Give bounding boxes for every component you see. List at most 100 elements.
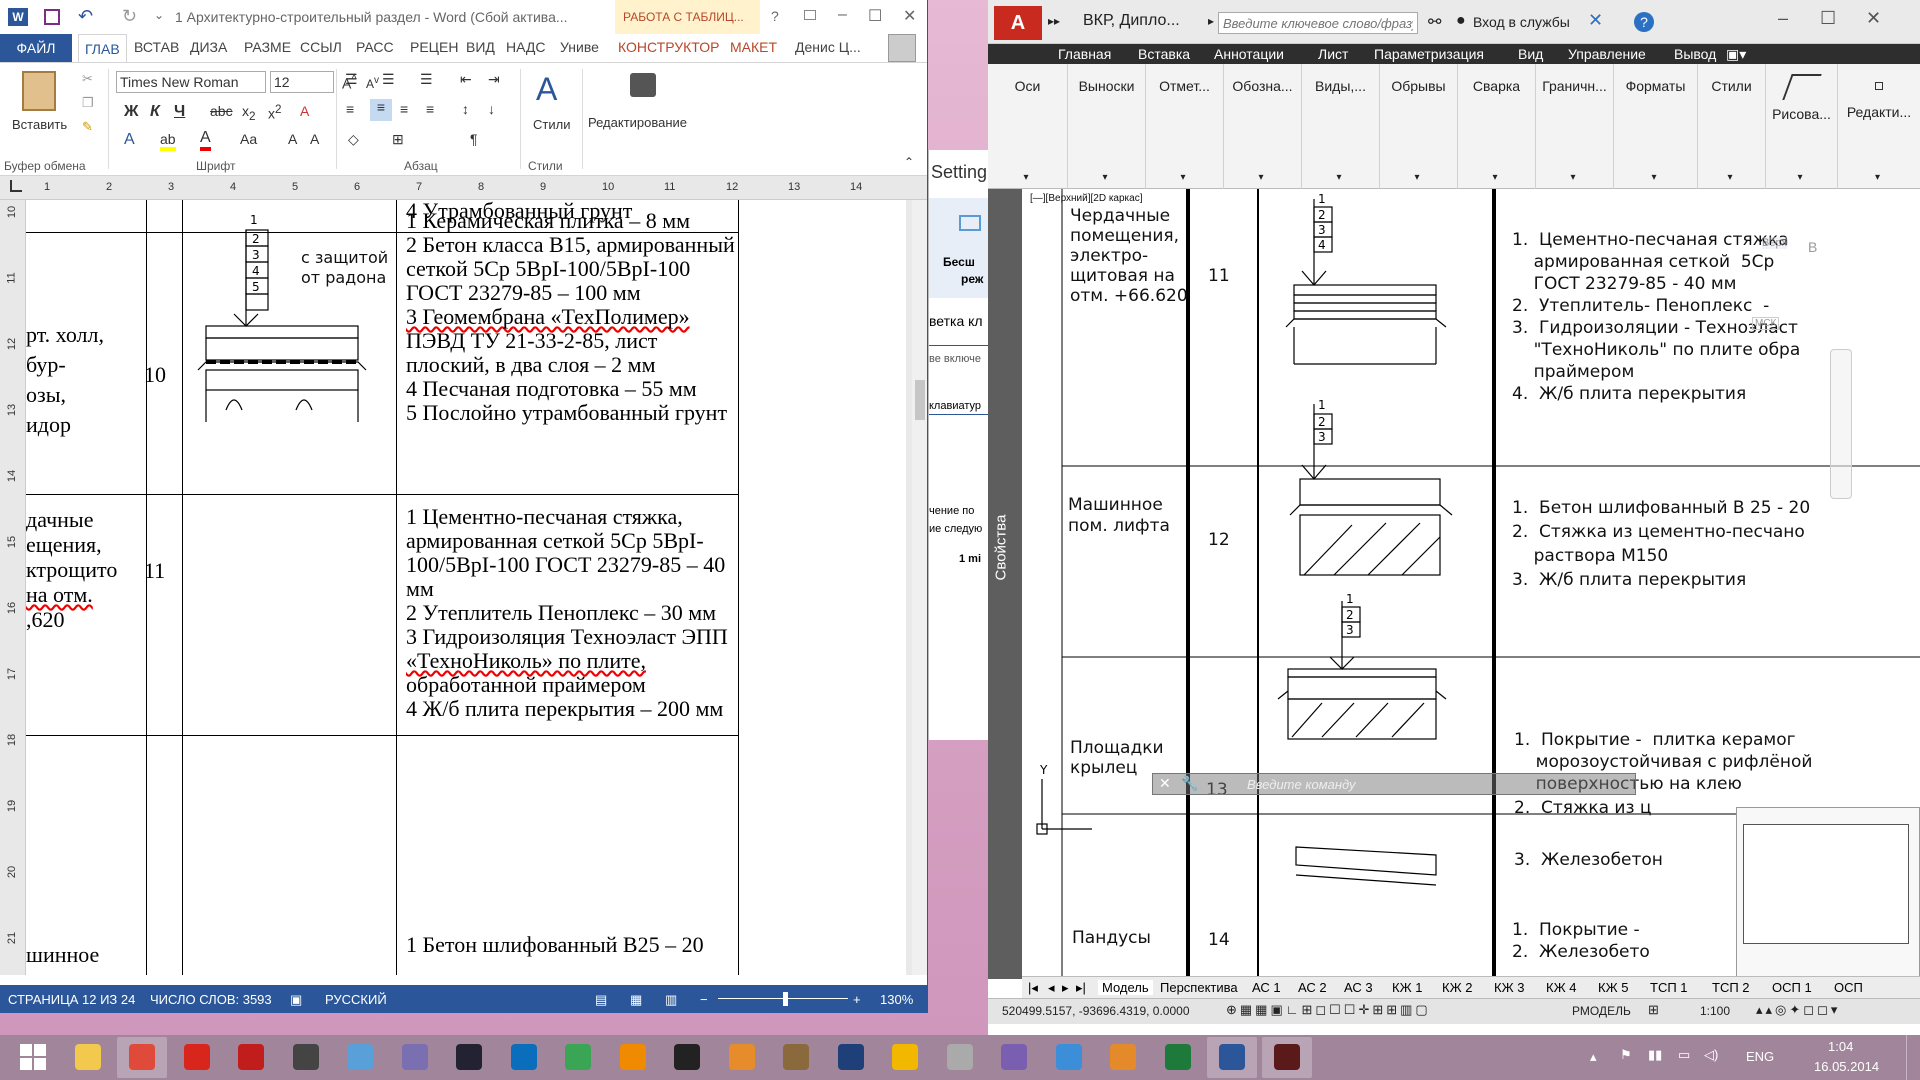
taskbar-steam[interactable] [444, 1037, 494, 1078]
save-icon[interactable] [44, 9, 60, 25]
ribbon-display-icon[interactable] [804, 10, 816, 20]
font-color-icon[interactable]: A [200, 129, 211, 151]
word-titlebar[interactable]: W ↶ ↻ ⌄ 1 Архитектурно-строительный разд… [0, 0, 927, 34]
tab-nav-prev[interactable]: ◂ [1048, 980, 1055, 996]
autocad-window[interactable]: A ▸▸ ВКР, Дипло... ▸ ⚯ ● Вход в службы ✕… [988, 0, 1920, 1035]
web-layout-icon[interactable]: ▥ [665, 992, 677, 1008]
clear-format-icon[interactable]: A [300, 103, 309, 119]
user-name[interactable]: Денис Ц... [795, 39, 861, 55]
tab-manage[interactable]: Управление [1568, 46, 1646, 62]
viewport-scale-icon[interactable]: ⊞ [1648, 1002, 1659, 1018]
font-size-select[interactable]: 12 [270, 71, 334, 93]
format-painter-icon[interactable]: ✎ [82, 119, 93, 135]
keyword-search-input[interactable] [1218, 12, 1418, 34]
line-spacing-icon[interactable]: ↕ [462, 101, 469, 117]
status-tray-icons[interactable]: ▴▴◎✦◻◻▾ [1756, 1002, 1840, 1018]
text-effects-icon[interactable]: A [124, 131, 135, 149]
bullets-icon[interactable]: ☰ [345, 71, 358, 88]
taskbar-sync[interactable] [553, 1037, 603, 1078]
panel-welding[interactable]: Сварка ▾ [1458, 64, 1536, 189]
binoculars-icon[interactable] [630, 73, 656, 97]
justify-icon[interactable]: ≡ [426, 101, 434, 117]
italic-button[interactable]: К [150, 103, 160, 121]
panel-styles[interactable]: Стили ▾ [1698, 64, 1766, 189]
ucs-label[interactable]: МСК [1752, 317, 1780, 330]
shading-icon[interactable]: ◇ [348, 131, 359, 148]
panel-marks[interactable]: Отмет... ▾ [1146, 64, 1224, 189]
tab-design[interactable]: ДИЗА [190, 39, 227, 55]
paste-icon[interactable] [22, 71, 56, 111]
zoom-in-icon[interactable]: + [853, 992, 861, 1007]
align-left-icon[interactable]: ≡ [346, 101, 354, 117]
properties-palette[interactable]: Свойства [988, 189, 1022, 979]
taskbar-messenger[interactable] [1098, 1037, 1148, 1078]
tab-layout[interactable]: КЖ 3 [1494, 980, 1524, 995]
panel-modify[interactable]: Редакти... ▾ [1838, 64, 1920, 189]
tab-review[interactable]: РЕЦЕН [410, 39, 458, 55]
highlight-icon[interactable]: ab [160, 131, 176, 151]
taskbar-autocad[interactable] [1261, 1037, 1312, 1078]
taskbar-acrobat-reader[interactable] [226, 1037, 276, 1078]
tab-nav-last[interactable]: ▸| [1076, 980, 1086, 996]
taskbar-app-panda[interactable] [662, 1037, 712, 1078]
numbering-icon[interactable]: ☰ [382, 71, 395, 88]
shrink-font-icon[interactable]: Av [366, 75, 379, 91]
signal-icon[interactable]: ▮▮ [1648, 1047, 1662, 1063]
superscript-button[interactable]: x2 [268, 103, 281, 122]
background-window[interactable]: Setting Бесш реж ветка кл ве включе клав… [928, 150, 988, 740]
coordinates[interactable]: 520499.5157, -93696.4319, 0.0000 [1002, 1004, 1190, 1018]
paste-button[interactable]: Вставить [12, 117, 67, 132]
maximize-button[interactable]: ☐ [868, 6, 882, 26]
taskbar-windows-start[interactable] [8, 1037, 58, 1078]
tab-view[interactable]: Вид [1518, 46, 1543, 62]
panel-formats[interactable]: Форматы ▾ [1614, 64, 1698, 189]
tab-layout[interactable]: КЖ 4 [1546, 980, 1576, 995]
panel-draw[interactable]: Рисова... ▾ [1766, 64, 1838, 189]
panel-axes[interactable]: Оси ▾ [988, 64, 1068, 189]
taskbar-winrar[interactable] [390, 1037, 440, 1078]
minimize-button[interactable]: – [838, 6, 847, 24]
tab-layout[interactable]: КЖ 1 [1392, 980, 1422, 995]
close-button[interactable]: ✕ [903, 6, 916, 26]
tab-layout[interactable]: АС 2 [1298, 980, 1327, 995]
tab-layout[interactable]: КЖ 5 [1598, 980, 1628, 995]
horizontal-ruler[interactable]: 1 2 3 4 5 6 7 8 9 10 11 12 13 14 [0, 176, 927, 200]
clock-date[interactable]: 16.05.2014 [1814, 1059, 1879, 1074]
tab-layout[interactable]: КЖ 2 [1442, 980, 1472, 995]
tab-parametric[interactable]: Параметризация [1374, 46, 1484, 62]
tab-layout[interactable]: АС 3 [1344, 980, 1373, 995]
status-toggles[interactable]: ⊕▦▦▣∟⊞◻☐☐✛⊞⊞▥▢ [1226, 1002, 1431, 1018]
taskbar-office-picture[interactable] [717, 1037, 767, 1078]
strikethrough-button[interactable]: abc [210, 103, 233, 119]
borders-icon[interactable]: ⊞ [392, 131, 404, 148]
tab-view[interactable]: ВИД [466, 39, 495, 55]
document-area[interactable]: 4 Утрамбованный грунт рт. холл, бур- озы… [26, 200, 927, 975]
drawing-canvas[interactable]: [—][Верхний][2D каркас] 1 2 3 4 1 2 3 1 … [1022, 189, 1920, 979]
vertical-scrollbar[interactable] [912, 200, 927, 975]
taskbar-acrobat[interactable] [172, 1037, 222, 1078]
document-page[interactable]: 4 Утрамбованный грунт рт. холл, бур- озы… [26, 200, 906, 975]
panel-breaks[interactable]: Обрывы ▾ [1380, 64, 1458, 189]
minimize-button[interactable]: – [1778, 8, 1788, 29]
tab-mailings[interactable]: РАСС [356, 39, 394, 55]
sort-icon[interactable]: ↓ [488, 101, 495, 117]
styles-button[interactable]: Стили [533, 117, 570, 132]
tab-references[interactable]: ССЫЛ [300, 39, 342, 55]
qat-more-icon[interactable]: ⌄ [154, 8, 164, 22]
autocad-titlebar[interactable]: A ▸▸ ВКР, Дипло... ▸ ⚯ ● Вход в службы ✕… [988, 0, 1920, 44]
navigation-bar[interactable] [1830, 349, 1852, 499]
autocad-logo-icon[interactable]: A [994, 6, 1042, 40]
tab-insert[interactable]: ВСТАВ [134, 39, 179, 55]
battery-icon[interactable]: ▭ [1678, 1047, 1690, 1063]
tab-universal[interactable]: Униве [560, 39, 599, 55]
taskbar-app-gray[interactable] [935, 1037, 985, 1078]
tab-layout[interactable]: РАЗМЕ [244, 39, 291, 55]
tab-layout[interactable]: ОСП 1 [1772, 980, 1812, 995]
show-marks-icon[interactable]: ¶ [470, 131, 478, 147]
taskbar-file-explorer[interactable] [63, 1037, 113, 1078]
volume-icon[interactable]: ◁) [1704, 1047, 1718, 1063]
panel-leaders[interactable]: Выноски ▾ [1068, 64, 1146, 189]
change-case-icon[interactable]: Aa [240, 131, 257, 147]
command-input[interactable]: Введите команду [1247, 777, 1356, 792]
flag-icon[interactable]: ⚑ [1620, 1047, 1632, 1063]
